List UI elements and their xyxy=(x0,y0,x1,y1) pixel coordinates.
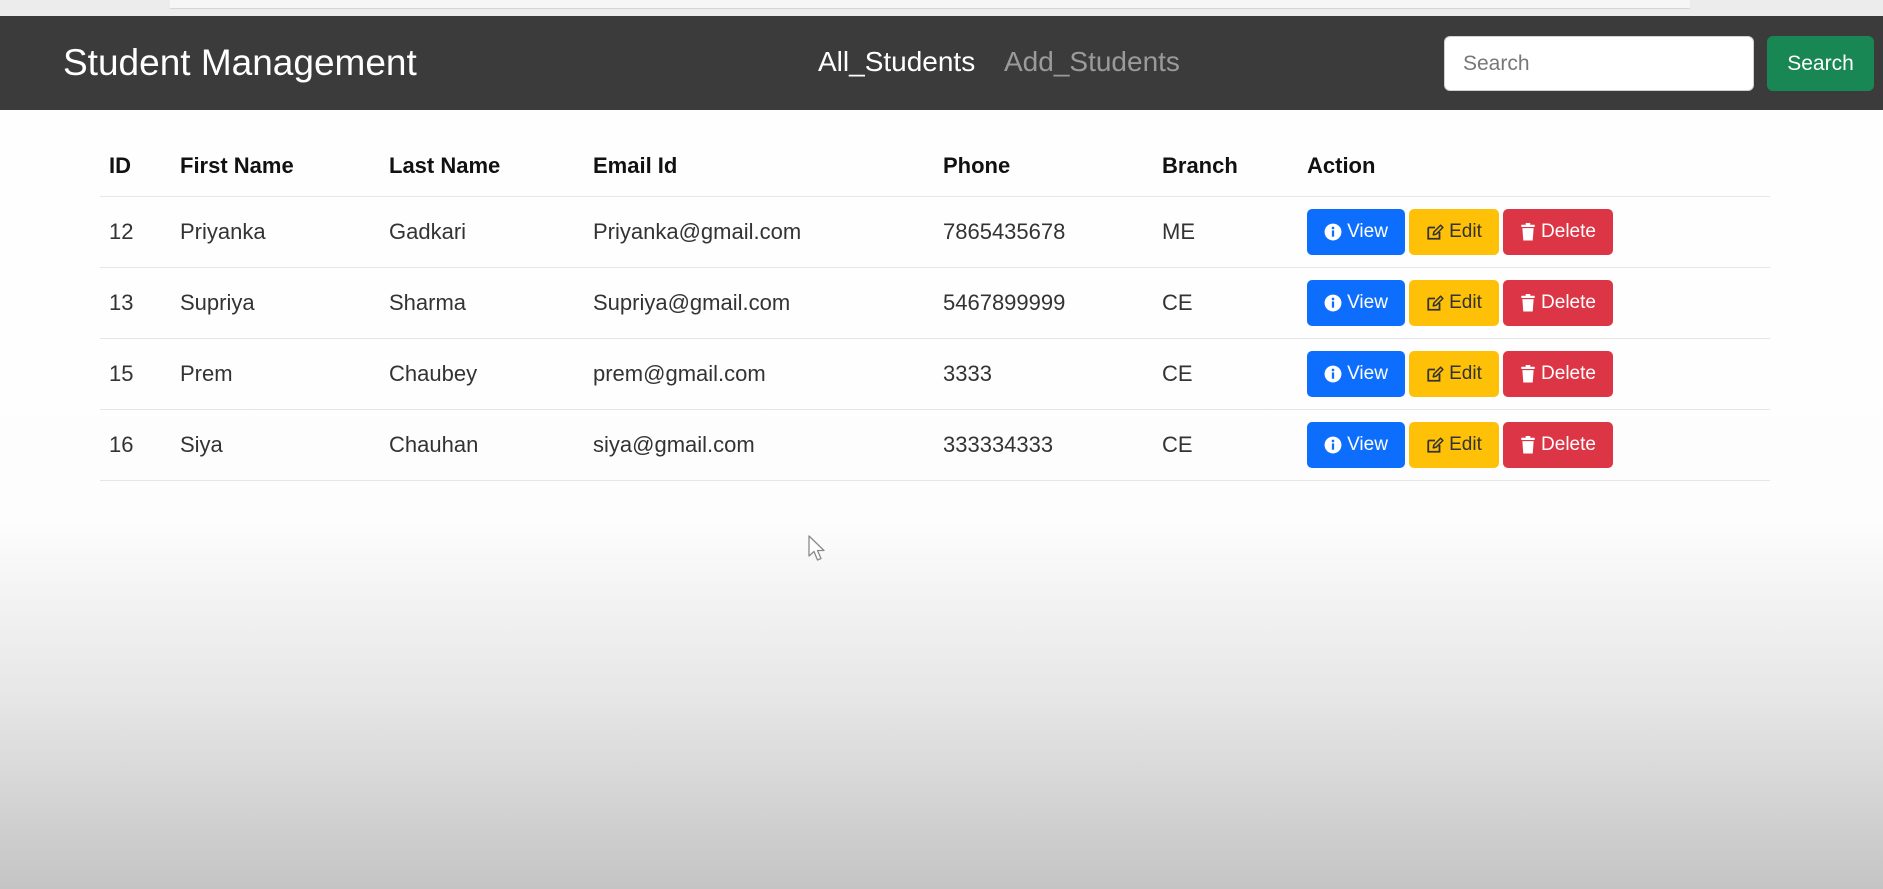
delete-label: Delete xyxy=(1541,362,1596,384)
trash-icon xyxy=(1520,435,1536,454)
cell-branch: ME xyxy=(1153,196,1298,268)
edit-label: Edit xyxy=(1449,433,1482,455)
header-first-name: First Name xyxy=(171,136,380,197)
nav-add-students[interactable]: Add_Students xyxy=(1004,46,1180,78)
navbar: Student Management All_Students Add_Stud… xyxy=(0,16,1883,110)
cell-email: Supriya@gmail.com xyxy=(584,267,934,339)
cell-actions: View Edit Delete xyxy=(1298,196,1770,268)
delete-label: Delete xyxy=(1541,220,1596,242)
view-label: View xyxy=(1347,433,1388,455)
cell-first-name: Priyanka xyxy=(171,196,380,268)
delete-label: Delete xyxy=(1541,291,1596,313)
table-row: 13 Supriya Sharma Supriya@gmail.com 54678999… xyxy=(100,267,1770,339)
header-id: ID xyxy=(100,136,171,197)
delete-label: Delete xyxy=(1541,433,1596,455)
cell-id: 13 xyxy=(100,267,171,339)
info-circle-icon xyxy=(1324,294,1342,312)
edit-label: Edit xyxy=(1449,362,1482,384)
edit-button[interactable]: Edit xyxy=(1409,279,1499,326)
view-label: View xyxy=(1347,291,1388,313)
trash-icon xyxy=(1520,222,1536,241)
delete-button[interactable]: Delete xyxy=(1503,279,1613,326)
nav-all-students[interactable]: All_Students xyxy=(818,46,975,78)
browser-top-bar xyxy=(170,0,1690,9)
cell-actions: View Edit Delete xyxy=(1298,409,1770,481)
pencil-square-icon xyxy=(1426,365,1444,383)
cell-actions: View Edit Delete xyxy=(1298,338,1770,410)
view-button[interactable]: View xyxy=(1307,350,1405,397)
pencil-square-icon xyxy=(1426,223,1444,241)
table-row: 12 Priyanka Gadkari Priyanka@gmail.com 78654… xyxy=(100,196,1770,268)
edit-button[interactable]: Edit xyxy=(1409,350,1499,397)
cell-phone: 5467899999 xyxy=(934,267,1153,339)
delete-button[interactable]: Delete xyxy=(1503,350,1613,397)
info-circle-icon xyxy=(1324,436,1342,454)
cell-last-name: Gadkari xyxy=(380,196,584,268)
header-email: Email Id xyxy=(584,136,934,197)
pencil-square-icon xyxy=(1426,436,1444,454)
brand-title[interactable]: Student Management xyxy=(63,42,417,84)
cell-actions: View Edit Delete xyxy=(1298,267,1770,339)
table-header-row: ID First Name Last Name Email Id Phone B… xyxy=(100,136,1770,197)
cell-branch: CE xyxy=(1153,267,1298,339)
cell-id: 16 xyxy=(100,409,171,481)
header-branch: Branch xyxy=(1153,136,1298,197)
edit-label: Edit xyxy=(1449,220,1482,242)
cell-first-name: Prem xyxy=(171,338,380,410)
cell-first-name: Supriya xyxy=(171,267,380,339)
cell-id: 12 xyxy=(100,196,171,268)
view-button[interactable]: View xyxy=(1307,208,1405,255)
cell-id: 15 xyxy=(100,338,171,410)
view-label: View xyxy=(1347,362,1388,384)
edit-label: Edit xyxy=(1449,291,1482,313)
view-button[interactable]: View xyxy=(1307,279,1405,326)
edit-button[interactable]: Edit xyxy=(1409,208,1499,255)
pencil-square-icon xyxy=(1426,294,1444,312)
cell-email: siya@gmail.com xyxy=(584,409,934,481)
table-row: 16 Siya Chauhan siya@gmail.com 333334333 CE Vi… xyxy=(100,409,1770,481)
trash-icon xyxy=(1520,293,1536,312)
table-row: 15 Prem Chaubey prem@gmail.com 3333 CE View Edi… xyxy=(100,338,1770,410)
view-button[interactable]: View xyxy=(1307,421,1405,468)
info-circle-icon xyxy=(1324,223,1342,241)
edit-button[interactable]: Edit xyxy=(1409,421,1499,468)
info-circle-icon xyxy=(1324,365,1342,383)
header-phone: Phone xyxy=(934,136,1153,197)
trash-icon xyxy=(1520,364,1536,383)
delete-button[interactable]: Delete xyxy=(1503,421,1613,468)
cell-last-name: Sharma xyxy=(380,267,584,339)
cell-last-name: Chaubey xyxy=(380,338,584,410)
cell-branch: CE xyxy=(1153,409,1298,481)
view-label: View xyxy=(1347,220,1388,242)
cell-phone: 7865435678 xyxy=(934,196,1153,268)
mouse-pointer-icon xyxy=(808,535,825,561)
cell-first-name: Siya xyxy=(171,409,380,481)
search-input[interactable] xyxy=(1444,36,1754,91)
header-action: Action xyxy=(1298,136,1770,197)
search-button[interactable]: Search xyxy=(1767,36,1874,91)
cell-email: Priyanka@gmail.com xyxy=(584,196,934,268)
cell-last-name: Chauhan xyxy=(380,409,584,481)
cell-phone: 3333 xyxy=(934,338,1153,410)
students-table: ID First Name Last Name Email Id Phone B… xyxy=(100,136,1770,481)
delete-button[interactable]: Delete xyxy=(1503,208,1613,255)
browser-top-strip xyxy=(0,0,1883,16)
cell-branch: CE xyxy=(1153,338,1298,410)
header-last-name: Last Name xyxy=(380,136,584,197)
cell-email: prem@gmail.com xyxy=(584,338,934,410)
cell-phone: 333334333 xyxy=(934,409,1153,481)
table-body: 12 Priyanka Gadkari Priyanka@gmail.com 78654… xyxy=(100,196,1770,481)
